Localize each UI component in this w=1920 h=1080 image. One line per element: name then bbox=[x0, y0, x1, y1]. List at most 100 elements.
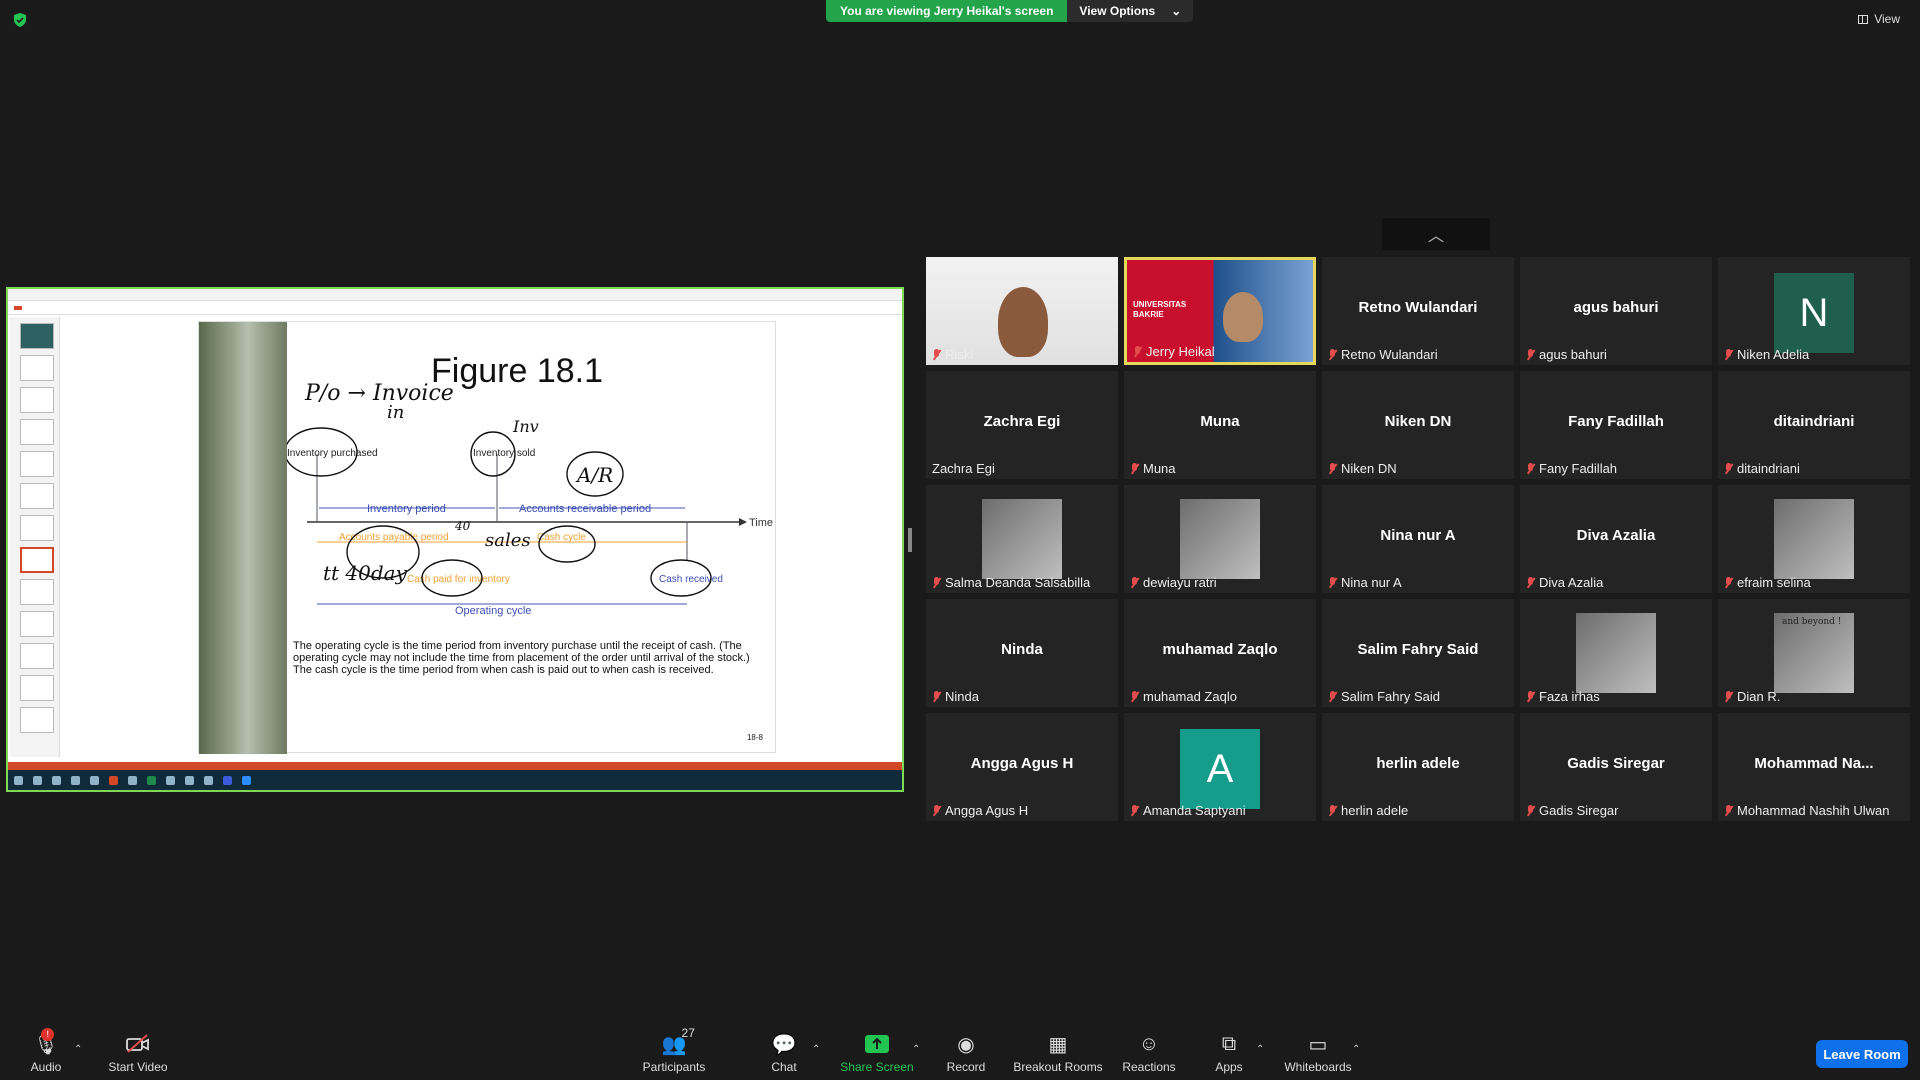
participant-display-name: Nina nur A bbox=[1380, 527, 1456, 544]
participant-display-name: Diva Azalia bbox=[1576, 527, 1656, 544]
view-button[interactable]: View bbox=[1858, 12, 1900, 26]
participant-tile[interactable]: Diva Azalia Diva Azalia bbox=[1520, 485, 1712, 593]
audio-label: Audio bbox=[30, 1060, 62, 1074]
participants-count: 27 bbox=[681, 1026, 695, 1040]
participant-tile[interactable]: ditaindriani ditaindriani bbox=[1718, 371, 1910, 479]
participant-tile[interactable]: Muna Muna bbox=[1124, 371, 1316, 479]
app-icon bbox=[128, 775, 137, 785]
participant-tile[interactable]: Fany Fadillah Fany Fadillah bbox=[1520, 371, 1712, 479]
whiteboards-options-caret[interactable]: ⌃ bbox=[1352, 1044, 1360, 1055]
apps-label: Apps bbox=[1215, 1060, 1243, 1074]
leave-room-button[interactable]: Leave Room bbox=[1816, 1040, 1908, 1068]
mic-muted-icon bbox=[1526, 348, 1535, 361]
cash-received-label: Cash received bbox=[659, 574, 723, 585]
participant-name-label: Riski bbox=[932, 347, 973, 362]
avatar: N bbox=[1774, 273, 1854, 353]
participant-tile[interactable]: UNIVERSITAS BAKRIE Jerry Heikal bbox=[1124, 257, 1316, 365]
participant-name: Muna bbox=[1143, 461, 1176, 476]
profile-picture: and beyond ! bbox=[1774, 613, 1854, 693]
top-bar: You are viewing Jerry Heikal's screen Vi… bbox=[0, 0, 1920, 27]
mic-muted-icon bbox=[1328, 348, 1337, 361]
participant-name-label: Fany Fadillah bbox=[1526, 461, 1617, 476]
participant-tile[interactable]: Angga Agus H Angga Agus H bbox=[926, 713, 1118, 821]
participant-display-name: Mohammad Na... bbox=[1754, 755, 1874, 772]
participant-tile[interactable]: A Amanda Saptyani bbox=[1124, 713, 1316, 821]
participant-tile[interactable]: muhamad Zaqlo muhamad Zaqlo bbox=[1124, 599, 1316, 707]
record-icon: ◉ bbox=[957, 1033, 975, 1056]
excel-icon bbox=[147, 775, 156, 785]
mic-muted-icon bbox=[1328, 690, 1337, 703]
participant-tile[interactable]: Niken DN Niken DN bbox=[1322, 371, 1514, 479]
participant-name: Niken Adelia bbox=[1737, 347, 1810, 362]
premiere-icon bbox=[223, 775, 232, 785]
ink-note: 40 bbox=[454, 519, 471, 533]
participants-button[interactable]: 👥 27 Participants bbox=[619, 1026, 729, 1074]
participant-name: Faza irhas bbox=[1539, 689, 1600, 704]
participant-name: Dian R. bbox=[1737, 689, 1781, 704]
participant-tile[interactable]: Zachra Egi Zachra Egi bbox=[926, 371, 1118, 479]
participant-tile[interactable]: Riski bbox=[926, 257, 1118, 365]
mic-muted-icon bbox=[1130, 690, 1139, 703]
participant-name: Ninda bbox=[945, 689, 979, 704]
ink-note: tt 40day bbox=[323, 561, 408, 585]
audio-options-caret[interactable]: ⌃ bbox=[74, 1044, 82, 1055]
profile-picture-text: and beyond ! bbox=[1782, 617, 1842, 627]
participant-tile[interactable]: Nina nur A Nina nur A bbox=[1322, 485, 1514, 593]
participant-display-name: Ninda bbox=[1001, 641, 1043, 658]
mic-muted-icon bbox=[932, 690, 941, 703]
participant-tile[interactable]: efraim selina bbox=[1718, 485, 1910, 593]
gallery-scroll-up-button[interactable]: ︿ bbox=[1382, 218, 1490, 250]
slide-photo bbox=[199, 322, 287, 754]
participant-name: muhamad Zaqlo bbox=[1143, 689, 1237, 704]
start-video-button[interactable]: Start Video bbox=[83, 1032, 193, 1074]
slide-thumbnail bbox=[20, 355, 54, 381]
participant-tile[interactable]: Salim Fahry Said Salim Fahry Said bbox=[1322, 599, 1514, 707]
participant-tile[interactable]: herlin adele herlin adele bbox=[1322, 713, 1514, 821]
mic-muted-icon bbox=[932, 348, 941, 361]
slide-thumbnail bbox=[20, 515, 54, 541]
mic-muted-icon bbox=[932, 576, 941, 589]
participant-tile[interactable]: Retno Wulandari Retno Wulandari bbox=[1322, 257, 1514, 365]
participant-name-label: Dian R. bbox=[1724, 689, 1780, 704]
participant-name-label: muhamad Zaqlo bbox=[1130, 689, 1237, 704]
profile-picture bbox=[1774, 499, 1854, 579]
participant-name-label: Mohammad Nashih Ulwan bbox=[1724, 803, 1889, 818]
participant-name: efraim selina bbox=[1737, 575, 1811, 590]
view-options-label: View Options bbox=[1079, 4, 1156, 18]
chat-options-caret[interactable]: ⌃ bbox=[812, 1044, 820, 1055]
slide-thumbnail bbox=[20, 323, 54, 349]
mic-muted-icon bbox=[1328, 462, 1337, 475]
powerpoint-icon bbox=[109, 775, 118, 785]
ink-note: sales bbox=[485, 530, 531, 551]
mic-muted-icon bbox=[1130, 462, 1139, 475]
participant-name-label: Nina nur A bbox=[1328, 575, 1402, 590]
participants-label: Participants bbox=[642, 1060, 706, 1074]
participant-tile[interactable]: N Niken Adelia bbox=[1718, 257, 1910, 365]
view-options-button[interactable]: View Options ⌄ bbox=[1067, 0, 1194, 22]
mic-muted-icon bbox=[1130, 804, 1139, 817]
participant-tile[interactable]: Faza irhas bbox=[1520, 599, 1712, 707]
mic-muted-icon bbox=[1724, 690, 1733, 703]
participant-name: Nina nur A bbox=[1341, 575, 1402, 590]
split-resize-handle[interactable] bbox=[908, 528, 912, 552]
powerpoint-ribbon bbox=[8, 301, 902, 315]
participant-name: agus bahuri bbox=[1539, 347, 1607, 362]
participant-name: Angga Agus H bbox=[945, 803, 1029, 818]
participant-tile[interactable]: Salma Deanda Salsabilla bbox=[926, 485, 1118, 593]
search-icon bbox=[33, 775, 42, 785]
participant-tile[interactable]: Gadis Siregar Gadis Siregar bbox=[1520, 713, 1712, 821]
participant-display-name: Zachra Egi bbox=[983, 413, 1061, 430]
participant-display-name: Muna bbox=[1200, 413, 1240, 430]
participant-display-name: Gadis Siregar bbox=[1567, 755, 1665, 772]
participant-tile[interactable]: agus bahuri agus bahuri bbox=[1520, 257, 1712, 365]
taskview-icon bbox=[52, 775, 61, 785]
participant-tile[interactable]: and beyond ! Dian R. bbox=[1718, 599, 1910, 707]
participant-tile[interactable]: Mohammad Na... Mohammad Nashih Ulwan bbox=[1718, 713, 1910, 821]
shared-screen[interactable]: Figure 18.1 Time Inventory period Accoun… bbox=[6, 287, 904, 792]
participant-name: Fany Fadillah bbox=[1539, 461, 1618, 476]
participant-name-label: Niken Adelia bbox=[1724, 347, 1809, 362]
participant-tile[interactable]: dewiayu ratri bbox=[1124, 485, 1316, 593]
chat-icon: 💬 bbox=[771, 1033, 797, 1056]
participant-tile[interactable]: Ninda Ninda bbox=[926, 599, 1118, 707]
mic-muted-icon bbox=[1724, 576, 1733, 589]
